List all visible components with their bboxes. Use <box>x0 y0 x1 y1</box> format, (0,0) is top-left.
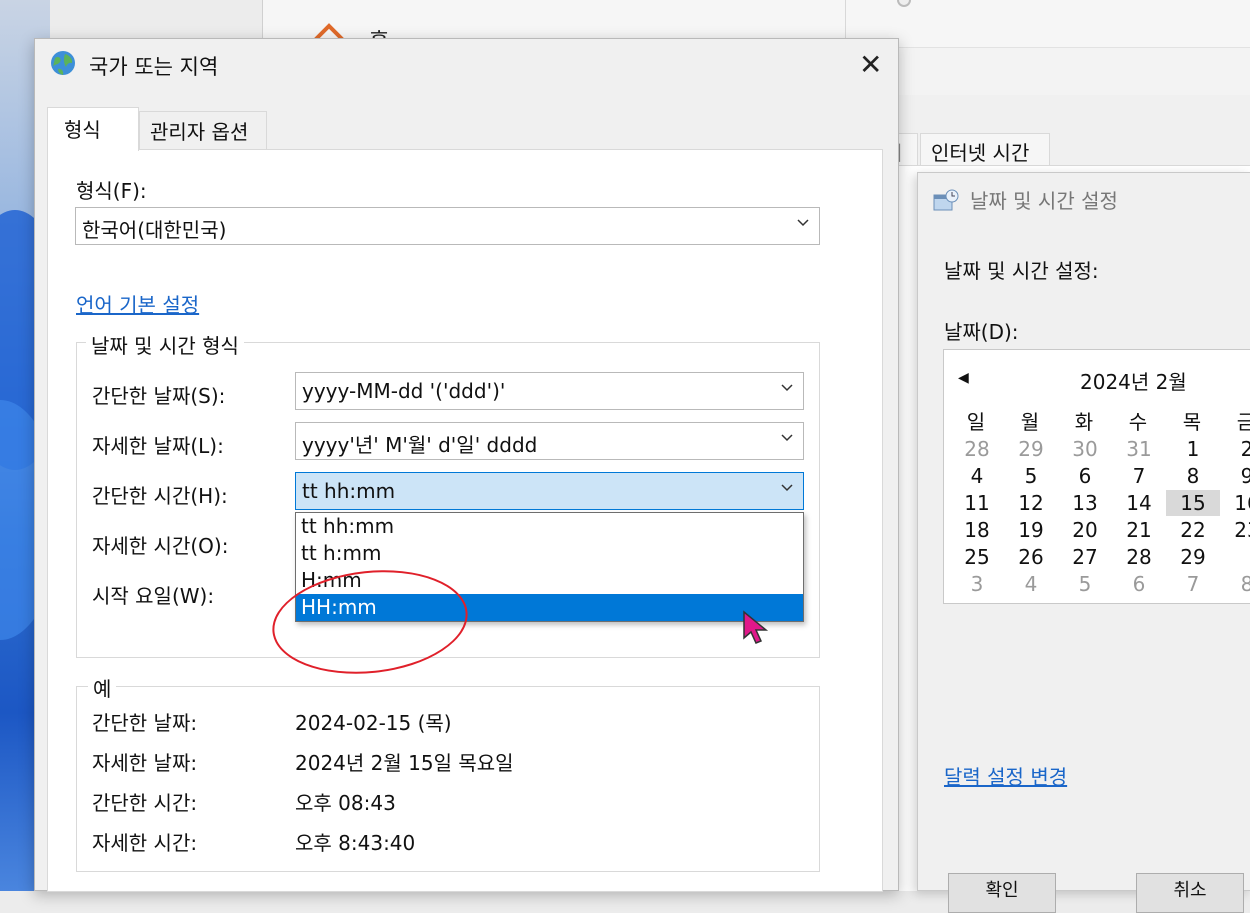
first-day-label: 시작 요일(W): <box>92 584 215 608</box>
mouse-cursor-icon <box>743 610 769 644</box>
calendar-day[interactable]: 20 <box>1058 517 1112 543</box>
calendar-day[interactable]: 6 <box>1112 571 1166 597</box>
calendar-day[interactable]: 26 <box>1004 544 1058 570</box>
weekday-label: 목 <box>1182 410 1202 434</box>
long-time-label: 자세한 시간(O): <box>92 534 229 558</box>
short-date-select[interactable]: yyyy-MM-dd '('ddd')' <box>295 372 804 410</box>
calendar-day[interactable]: 21 <box>1112 517 1166 543</box>
chevron-down-icon <box>781 434 793 442</box>
tab-format[interactable]: 형식 <box>47 107 139 151</box>
close-icon[interactable]: ✕ <box>859 51 882 79</box>
calendar: ◀ 2024년 2월 일 월 화 수 목 금 28 29 30 31 1 2 4 5 6 7 8 9 1… <box>943 349 1250 604</box>
dialog-title: 국가 또는 지역 <box>89 55 219 79</box>
calendar-day[interactable]: 23 <box>1220 517 1250 543</box>
dialog-title: 날짜 및 시간 설정 <box>932 185 1118 214</box>
dropdown-option[interactable]: tt h:mm <box>296 540 803 567</box>
change-calendar-settings-link[interactable]: 달력 설정 변경 <box>944 761 1067 790</box>
format-select[interactable]: 한국어(대한민국) <box>75 207 820 245</box>
weekday-label: 수 <box>1128 410 1148 434</box>
chevron-down-icon <box>781 384 793 392</box>
long-date-label: 자세한 날짜(L): <box>92 434 224 458</box>
example-short-date-value: 2024-02-15 (목) <box>295 711 452 735</box>
calendar-day[interactable]: 7 <box>1112 463 1166 489</box>
calendar-day[interactable]: 1 <box>1166 436 1220 462</box>
calendar-day[interactable]: 5 <box>1058 571 1112 597</box>
example-short-time-label: 간단한 시간: <box>92 791 198 815</box>
weekday-label: 금 <box>1236 410 1250 434</box>
calendar-day[interactable]: 14 <box>1112 490 1166 516</box>
calendar-day[interactable]: 30 <box>1058 436 1112 462</box>
long-date-select[interactable]: yyyy'년' M'월' d'일' dddd <box>295 422 804 460</box>
dialog-title-text: 날짜 및 시간 설정 <box>970 189 1118 213</box>
calendar-day[interactable]: 4 <box>950 463 1004 489</box>
calendar-month-title[interactable]: 2024년 2월 <box>1080 366 1187 395</box>
cancel-button[interactable]: 취소 <box>1136 873 1244 913</box>
example-long-time-label: 자세한 시간: <box>92 831 198 855</box>
calendar-day[interactable]: 11 <box>950 490 1004 516</box>
datetime-settings-dialog: 날짜 및 시간 설정 날짜 및 시간 설정: 날짜(D): ◀ 2024년 2월… <box>917 172 1250 913</box>
tab-admin-options[interactable]: 관리자 옵션 <box>139 111 267 149</box>
calendar-day[interactable]: 18 <box>950 517 1004 543</box>
example-short-date-label: 간단한 날짜: <box>92 711 198 735</box>
calendar-day[interactable]: 22 <box>1166 517 1220 543</box>
format-label: 형식(F): <box>76 179 147 203</box>
example-long-time-value: 오후 8:43:40 <box>295 831 416 855</box>
calendar-day[interactable]: 8 <box>1220 571 1250 597</box>
calendar-day[interactable]: 16 <box>1220 490 1250 516</box>
globe-icon <box>51 51 75 75</box>
calendar-day[interactable]: 27 <box>1058 544 1112 570</box>
calendar-day[interactable]: 29 <box>1166 544 1220 570</box>
short-date-value: yyyy-MM-dd '('ddd')' <box>302 379 506 403</box>
calendar-clock-icon <box>933 189 959 210</box>
calendar-day[interactable]: 4 <box>1004 571 1058 597</box>
calendar-day[interactable]: 3 <box>950 571 1004 597</box>
search-icon <box>897 0 911 7</box>
calendar-day[interactable]: 29 <box>1004 436 1058 462</box>
calendar-day[interactable]: 28 <box>950 436 1004 462</box>
calendar-day[interactable]: 25 <box>950 544 1004 570</box>
weekday-label: 화 <box>1074 410 1094 434</box>
calendar-day[interactable]: 31 <box>1112 436 1166 462</box>
weekday-label: 월 <box>1020 410 1040 434</box>
calendar-day[interactable]: 28 <box>1112 544 1166 570</box>
calendar-day[interactable]: 19 <box>1004 517 1058 543</box>
calendar-day[interactable]: 6 <box>1058 463 1112 489</box>
short-date-label: 간단한 날짜(S): <box>92 384 226 408</box>
short-time-value: tt hh:mm <box>302 479 396 503</box>
title-bar: 국가 또는 지역 ✕ <box>35 39 898 91</box>
format-select-value: 한국어(대한민국) <box>82 218 227 242</box>
calendar-day[interactable]: 9 <box>1220 463 1250 489</box>
long-date-value: yyyy'년' M'월' d'일' dddd <box>302 433 538 457</box>
calendar-day[interactable]: 12 <box>1004 490 1058 516</box>
calendar-day[interactable]: 13 <box>1058 490 1112 516</box>
calendar-day[interactable]: 8 <box>1166 463 1220 489</box>
datetime-format-caption: 날짜 및 시간 형식 <box>86 330 244 359</box>
example-long-date-label: 자세한 날짜: <box>92 751 198 775</box>
examples-caption: 예 <box>88 673 117 702</box>
calendar-day[interactable]: 7 <box>1166 571 1220 597</box>
calendar-day[interactable]: 5 <box>1004 463 1058 489</box>
calendar-day[interactable]: 2 <box>1220 436 1250 462</box>
dropdown-option[interactable]: tt hh:mm <box>296 513 803 540</box>
calendar-day[interactable]: 15 <box>1166 490 1220 516</box>
language-preferences-link[interactable]: 언어 기본 설정 <box>76 289 199 318</box>
short-time-select[interactable]: tt hh:mm <box>295 472 804 510</box>
example-long-date-value: 2024년 2월 15일 목요일 <box>295 751 514 775</box>
ok-button[interactable]: 확인 <box>948 873 1056 913</box>
date-label: 날짜(D): <box>944 320 1019 344</box>
weekday-label: 일 <box>966 410 986 434</box>
short-time-label: 간단한 시간(H): <box>92 484 228 508</box>
chevron-down-icon <box>781 484 793 492</box>
chevron-down-icon <box>797 219 809 227</box>
tab-internet-time[interactable]: 인터넷 시간 <box>920 133 1050 165</box>
section-heading: 날짜 및 시간 설정: <box>944 259 1099 283</box>
prev-month-arrow-icon[interactable]: ◀ <box>958 370 969 386</box>
example-short-time-value: 오후 08:43 <box>295 791 396 815</box>
